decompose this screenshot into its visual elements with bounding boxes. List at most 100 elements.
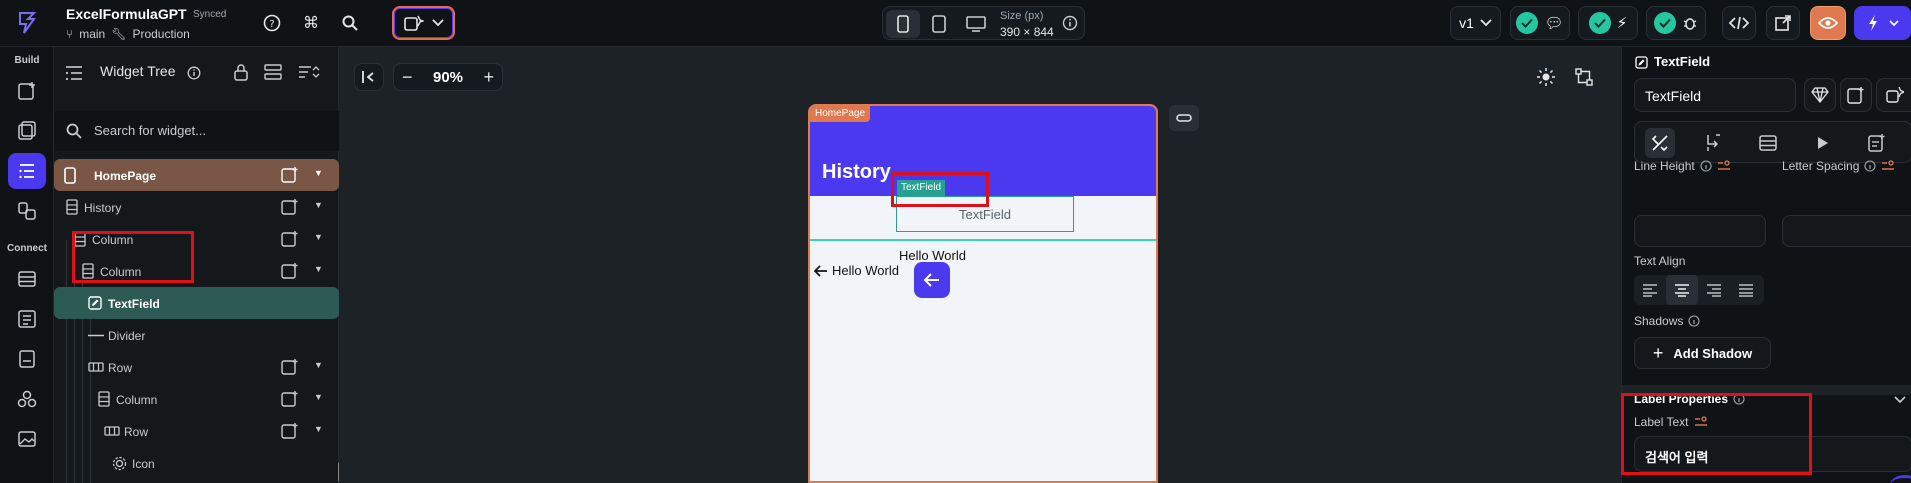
assistant-bubble[interactable] [1890,475,1911,483]
align-right-icon[interactable] [1698,275,1730,305]
light-mode-icon[interactable] [1531,63,1561,91]
add-child-icon[interactable] [281,262,299,280]
zoom-out-icon[interactable]: − [402,67,413,88]
collapse-all-icon[interactable] [264,64,282,85]
info-icon[interactable] [1062,15,1078,36]
image-assets-icon[interactable] [8,421,46,457]
tree-row-column[interactable]: Column ▼ [54,383,339,415]
letter-spacing-input[interactable] [1782,215,1911,247]
variable-icon[interactable] [1694,416,1708,428]
add-child-icon[interactable] [281,390,299,408]
add-widget-icon[interactable] [1840,78,1872,112]
branch-info[interactable]: ⑂ main 🔧︎ Production [66,27,190,41]
sort-icon[interactable] [298,64,320,85]
code-icon[interactable] [1722,6,1756,40]
tree-row-divider[interactable]: Divider [54,319,339,351]
widget-tree-icon[interactable] [8,153,46,189]
add-child-icon[interactable] [281,198,299,216]
chat-check-button[interactable]: 💬︎ [1510,6,1570,40]
documentation-tab-icon[interactable] [1861,128,1891,158]
desktop-icon[interactable] [959,10,993,38]
add-child-icon[interactable] [281,230,299,248]
chevron-down-icon[interactable] [1894,396,1906,404]
tree-row-row[interactable]: Row ▼ [54,351,339,383]
back-icon-button[interactable] [914,262,950,298]
zoom-in-icon[interactable]: + [483,67,494,88]
tree-row-column[interactable]: Column ▼ [54,223,339,255]
flash-icon: ⚡︎ [1616,15,1628,32]
open-external-icon[interactable] [1766,6,1800,40]
project-name[interactable]: ExcelFormulaGPT [66,6,187,22]
add-page-icon[interactable] [8,73,46,109]
phone-icon[interactable] [886,10,920,38]
align-justify-icon[interactable] [1730,275,1762,305]
caret-down-icon[interactable]: ▼ [314,264,323,274]
tree-row-textfield[interactable]: TextField [54,287,339,319]
tree-row-row[interactable]: Row ▼ [54,415,339,447]
pages-icon[interactable] [8,113,46,149]
lock-icon[interactable] [234,63,248,86]
tree-row-icon[interactable]: Icon [54,447,339,479]
info-icon[interactable] [1688,315,1700,327]
version-selector[interactable]: v1 [1450,6,1501,40]
search-icon[interactable] [338,11,362,35]
add-child-icon[interactable] [281,422,299,440]
tablet-icon[interactable] [922,10,956,38]
variable-icon[interactable] [1717,160,1731,172]
backend-query-tab-icon[interactable] [1753,128,1783,158]
caret-down-icon[interactable]: ▼ [314,424,323,434]
bug-check-button[interactable] [1646,6,1706,40]
collapse-panel-icon[interactable] [354,63,384,91]
add-child-icon[interactable] [281,358,299,376]
command-icon[interactable]: ⌘ [299,11,323,35]
align-center-icon[interactable] [1666,275,1698,305]
textfield-widget[interactable]: TextField [896,196,1074,232]
ai-widget-icon[interactable] [1876,78,1911,112]
ai-widget-dropdown[interactable] [392,6,455,40]
hello-text[interactable]: Hello World [899,248,966,263]
database-icon[interactable] [8,261,46,297]
divider-widget[interactable] [810,239,1156,241]
label-properties-header[interactable]: Label Properties [1634,392,1745,406]
actions-tab-icon[interactable] [1699,128,1729,158]
phone-preview[interactable]: HomePage History TextField TextField Hel… [808,104,1158,483]
diamond-icon[interactable] [1804,78,1836,112]
run-button[interactable] [1854,6,1911,40]
properties-tab-icon[interactable] [1645,128,1675,158]
variable-icon[interactable] [1881,160,1895,172]
align-left-icon[interactable] [1634,275,1666,305]
toggle-visibility-icon[interactable] [1169,105,1199,131]
appbar-title[interactable]: History [822,161,891,184]
info-icon[interactable] [1864,160,1876,172]
preview-eye-icon[interactable] [1810,6,1846,40]
caret-down-icon[interactable]: ▼ [314,360,323,370]
arrow-back-icon[interactable] [814,264,828,277]
info-icon[interactable] [1733,393,1745,405]
hello-row[interactable]: Hello World [814,263,899,278]
info-icon[interactable] [1700,160,1712,172]
add-child-icon[interactable] [281,166,299,184]
api-calls-icon[interactable] [8,301,46,337]
info-icon[interactable] [187,66,201,85]
components-icon[interactable] [8,193,46,229]
caret-down-icon[interactable]: ▼ [314,232,323,242]
tree-row-homepage[interactable]: HomePage ▼ [54,159,339,191]
animations-tab-icon[interactable] [1807,128,1837,158]
caret-down-icon[interactable]: ▼ [314,392,323,402]
caret-down-icon[interactable]: ▼ [314,200,323,210]
line-height-input[interactable] [1634,215,1766,247]
tree-row-history[interactable]: History ▼ [54,191,339,223]
help-icon[interactable]: ? [260,11,284,35]
flutterflow-logo-icon[interactable] [12,8,42,38]
integrations-icon[interactable] [8,381,46,417]
app-bar[interactable]: HomePage History [810,106,1156,196]
select-layers-icon[interactable] [1569,63,1599,91]
add-shadow-button[interactable]: + Add Shadow [1634,337,1771,369]
flash-check-button[interactable]: ⚡︎ [1578,6,1638,40]
widget-search-bar[interactable]: Search for widget... [54,111,339,151]
media-icon[interactable] [8,341,46,377]
label-text-field[interactable]: 검색어 입력 [1634,436,1911,472]
caret-down-icon[interactable]: ▼ [314,168,323,178]
widget-name-field[interactable]: TextField [1634,78,1796,112]
tree-row-column[interactable]: Column ▼ [54,255,339,287]
